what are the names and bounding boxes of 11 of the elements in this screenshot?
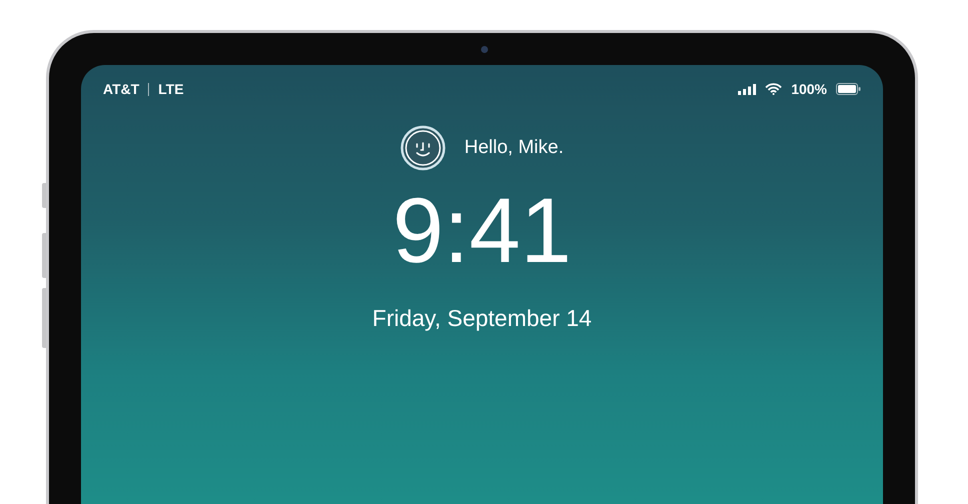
carrier-name: AT&T (103, 81, 140, 97)
wifi-icon (765, 83, 782, 95)
battery-percentage: 100% (791, 81, 827, 97)
network-type: LTE (158, 81, 184, 97)
greeting-text: Hello, Mike. (464, 137, 564, 159)
camera-icon (481, 46, 488, 53)
date-text: Friday, September 14 (372, 305, 592, 332)
signal-icon (738, 84, 756, 94)
clock-time: 9:41 (392, 185, 572, 277)
battery-icon (836, 83, 861, 95)
face-id-icon (400, 125, 446, 171)
